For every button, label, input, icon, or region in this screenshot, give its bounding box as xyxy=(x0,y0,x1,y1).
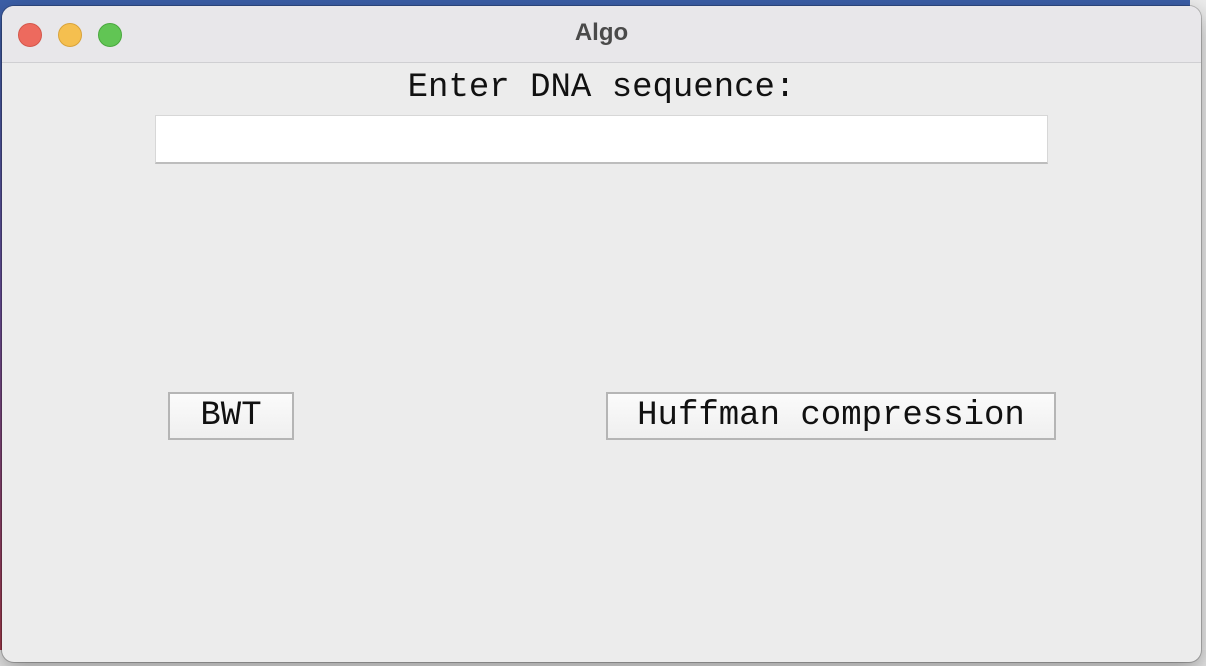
dna-prompt-label: Enter DNA sequence: xyxy=(407,69,796,107)
window-title: Algo xyxy=(574,19,629,46)
dna-sequence-input[interactable] xyxy=(155,115,1048,164)
huffman-compression-button[interactable]: Huffman compression xyxy=(606,392,1056,440)
title-bar[interactable]: Algo xyxy=(2,6,1201,63)
app-window: Algo Enter DNA sequence: BWT Huffman com… xyxy=(2,6,1201,662)
bwt-button[interactable]: BWT xyxy=(168,392,294,440)
